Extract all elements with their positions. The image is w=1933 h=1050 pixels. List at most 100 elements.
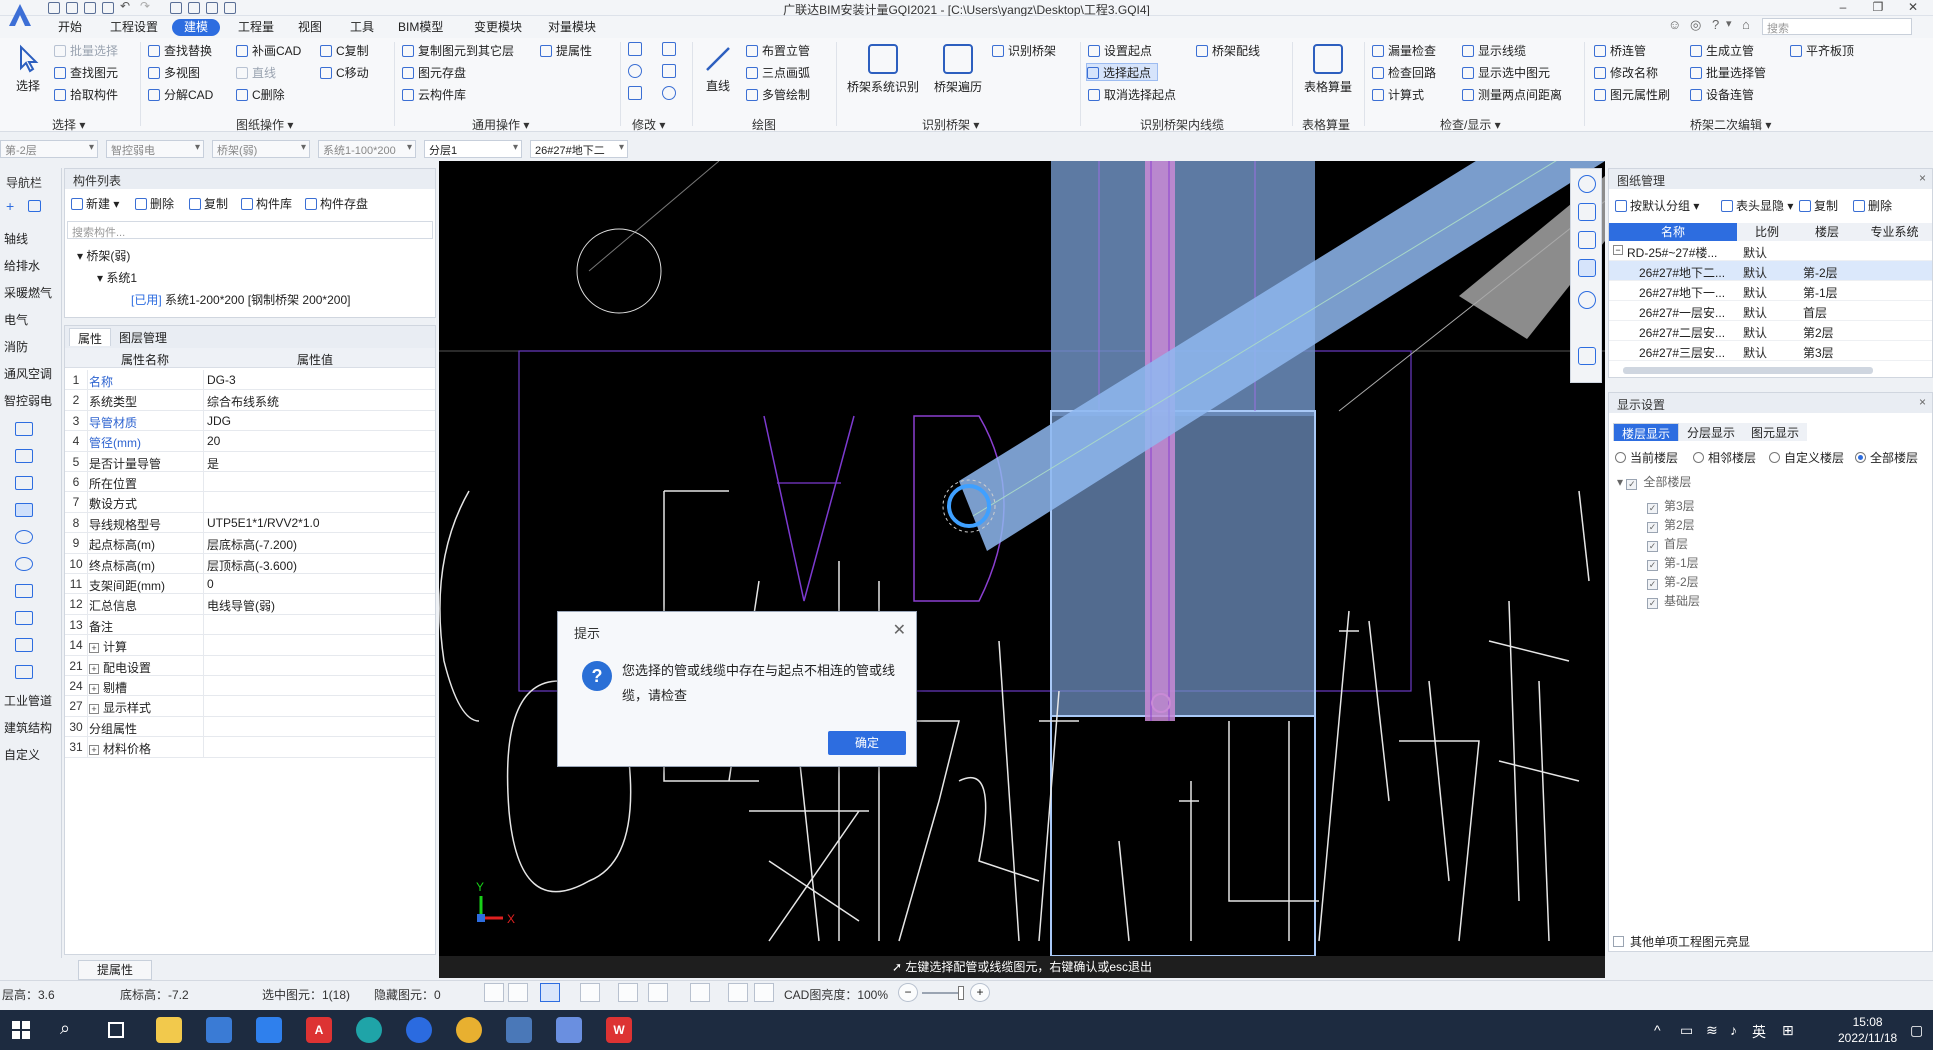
drawing-canvas[interactable]: Y X bbox=[439, 161, 1605, 956]
tray-chevron-icon[interactable]: ^ bbox=[1654, 1022, 1661, 1038]
extend-icon[interactable] bbox=[662, 42, 676, 56]
menu-project-settings[interactable]: 工程设置 bbox=[104, 19, 164, 36]
tray-system-recognize-button[interactable]: 桥架系统识别 bbox=[842, 44, 924, 95]
nav-item-heating-gas[interactable]: 采暖燃气 bbox=[2, 282, 60, 304]
add-icon[interactable]: + bbox=[6, 198, 14, 214]
highlight-other-projects-checkbox[interactable]: 其他单项工程图元亮显 bbox=[1613, 933, 1750, 950]
group-recognize-tray-label[interactable]: 识别桥架 ▾ bbox=[922, 116, 979, 133]
group-default-button[interactable]: 按默认分组 ▾ bbox=[1615, 197, 1699, 214]
task-view-icon[interactable] bbox=[108, 1022, 124, 1038]
floor-checkbox[interactable]: ✓ 第3层 bbox=[1647, 497, 1695, 514]
radio-all-floors[interactable]: 全部楼层 bbox=[1855, 449, 1918, 466]
file-explorer-icon[interactable] bbox=[156, 1017, 182, 1043]
browser-icon[interactable] bbox=[406, 1017, 432, 1043]
group-check-label[interactable]: 检查/显示 ▾ bbox=[1440, 116, 1501, 133]
formula-button[interactable]: 计算式 bbox=[1372, 86, 1424, 104]
missing-check-button[interactable]: 漏量检查 bbox=[1372, 42, 1436, 60]
generate-riser-button[interactable]: 生成立管 bbox=[1690, 42, 1754, 60]
tv-icon[interactable] bbox=[15, 422, 33, 436]
nav-item-plumbing[interactable]: 给排水 bbox=[2, 255, 60, 277]
tab-layer-management[interactable]: 图层管理 bbox=[111, 328, 175, 346]
show-selected-button[interactable]: 显示选中图元 bbox=[1462, 64, 1550, 82]
user-icon[interactable]: ☺ bbox=[1668, 17, 1681, 32]
property-brush-button[interactable]: 图元属性刷 bbox=[1594, 86, 1670, 104]
edit-icon[interactable] bbox=[28, 200, 41, 212]
property-value[interactable]: 综合布线系统 bbox=[207, 393, 279, 410]
radio-current-floor[interactable]: 当前楼层 bbox=[1615, 449, 1678, 466]
menu-change-module[interactable]: 变更模块 bbox=[468, 19, 528, 36]
new-component-button[interactable]: 新建 ▾ bbox=[71, 195, 119, 212]
property-value[interactable]: 电线导管(弱) bbox=[207, 597, 275, 614]
table-calc-button[interactable]: 表格算量 bbox=[1298, 44, 1358, 95]
tab-layer-display[interactable]: 分层显示 bbox=[1679, 423, 1744, 441]
pick-component-button[interactable]: 拾取构件 bbox=[54, 86, 118, 104]
line-disabled-button[interactable]: 直线 bbox=[236, 64, 276, 82]
copy-to-other-floor-button[interactable]: 复制图元到其它层 bbox=[402, 42, 514, 60]
edge-icon[interactable] bbox=[356, 1017, 382, 1043]
menu-reconcile-module[interactable]: 对量模块 bbox=[542, 19, 602, 36]
close-icon[interactable]: × bbox=[1919, 171, 1926, 185]
copy-drawing-button[interactable]: 复制 bbox=[1799, 197, 1838, 214]
copy-component-button[interactable]: 复制 bbox=[189, 195, 228, 212]
property-row[interactable]: 2 系统类型 综合布线系统 bbox=[65, 390, 435, 411]
rotate-icon[interactable] bbox=[662, 86, 676, 100]
tree-leaf-component[interactable]: [已用] 系统1-200*200 [钢制桥架 200*200] bbox=[131, 291, 350, 308]
cad-app-icon[interactable] bbox=[506, 1017, 532, 1043]
ok-button[interactable]: 确定 bbox=[828, 731, 906, 755]
cube-icon[interactable] bbox=[1578, 231, 1596, 249]
tree-all-floors[interactable]: ▾ ✓ 全部楼层 bbox=[1617, 473, 1691, 490]
property-row[interactable]: 11 支架间距(mm) 0 bbox=[65, 574, 435, 595]
property-row[interactable]: 3 导管材质 JDG bbox=[65, 410, 435, 432]
cancel-start-point-button[interactable]: 取消选择起点 bbox=[1088, 86, 1176, 104]
menu-start[interactable]: 开始 bbox=[52, 19, 88, 36]
component-library-button[interactable]: 构件库 bbox=[241, 195, 292, 212]
layer-toggle-icon[interactable] bbox=[728, 983, 748, 1002]
property-row[interactable]: 31 + 材料价格 bbox=[65, 737, 435, 758]
align-slab-top-button[interactable]: 平齐板顶 bbox=[1790, 42, 1854, 60]
3d-view-icon[interactable] bbox=[1578, 203, 1596, 221]
zoom-in-icon[interactable]: + bbox=[970, 983, 990, 1002]
orbit-icon[interactable] bbox=[1578, 175, 1596, 193]
nav-item-hvac[interactable]: 通风空调 bbox=[2, 363, 60, 385]
property-value[interactable]: JDG bbox=[207, 414, 231, 428]
floor-checkbox[interactable]: ✓ 首层 bbox=[1647, 535, 1688, 552]
extract-properties-button[interactable]: 提属性 bbox=[540, 42, 592, 60]
multi-pipe-draw-button[interactable]: 多管绘制 bbox=[746, 86, 810, 104]
group-general-ops-label[interactable]: 通用操作 ▾ bbox=[472, 116, 529, 133]
expand-icon[interactable]: + bbox=[89, 663, 99, 674]
cloud-library-button[interactable]: 云构件库 bbox=[402, 86, 466, 104]
radio-adjacent-floor[interactable]: 相邻楼层 bbox=[1693, 449, 1756, 466]
notification-icon[interactable]: ▢ bbox=[1910, 1022, 1923, 1039]
horizontal-scrollbar[interactable] bbox=[1623, 367, 1873, 374]
rotate-view-icon[interactable] bbox=[1578, 291, 1596, 309]
component-select[interactable]: 系统1-100*200 bbox=[318, 140, 416, 158]
mirror-icon[interactable] bbox=[662, 64, 676, 78]
drawing-row[interactable]: 26#27#一层安... 默认 首层 bbox=[1609, 301, 1932, 321]
volume-icon[interactable]: ♪ bbox=[1730, 1022, 1737, 1038]
snap-point-icon[interactable] bbox=[690, 983, 710, 1002]
wifi-icon[interactable]: ≋ bbox=[1706, 1022, 1718, 1039]
copy-icon[interactable] bbox=[628, 42, 642, 56]
drawing-row[interactable]: 26#27#地下一... 默认 第-1层 bbox=[1609, 281, 1932, 301]
set-start-point-button[interactable]: 设置起点 bbox=[1088, 42, 1152, 60]
delete-component-button[interactable]: 删除 bbox=[135, 195, 174, 212]
tray-wiring-button[interactable]: 桥架配线 bbox=[1196, 42, 1260, 60]
property-row[interactable]: 1 名称 DG-3 bbox=[65, 370, 435, 391]
expand-icon[interactable]: + bbox=[89, 684, 99, 694]
drawing-row[interactable]: 26#27#二层安... 默认 第2层 bbox=[1609, 321, 1932, 341]
acrobat-icon[interactable]: A bbox=[306, 1017, 332, 1043]
chrome-icon[interactable] bbox=[456, 1017, 482, 1043]
property-row[interactable]: 7 敷设方式 bbox=[65, 492, 435, 513]
nav-item-axis[interactable]: 轴线 bbox=[2, 228, 60, 250]
system-clock[interactable]: 15:08 2022/11/18 bbox=[1838, 1014, 1897, 1046]
property-value[interactable]: DG-3 bbox=[207, 373, 236, 387]
nav-item-custom[interactable]: 自定义 bbox=[2, 744, 60, 766]
expand-icon[interactable]: + bbox=[89, 704, 99, 715]
rename-button[interactable]: 修改名称 bbox=[1594, 64, 1658, 82]
keyboard-icon[interactable]: ⊞ bbox=[1782, 1022, 1794, 1039]
notes-icon[interactable] bbox=[1578, 347, 1596, 365]
group-select-label[interactable]: 选择 ▾ bbox=[52, 116, 85, 133]
drawing-row[interactable]: 26#27#地下二... 默认 第-2层 bbox=[1609, 261, 1932, 281]
restore-button[interactable]: ❐ bbox=[1858, 0, 1898, 16]
batch-select-pipe-button[interactable]: 批量选择管 bbox=[1690, 64, 1766, 82]
